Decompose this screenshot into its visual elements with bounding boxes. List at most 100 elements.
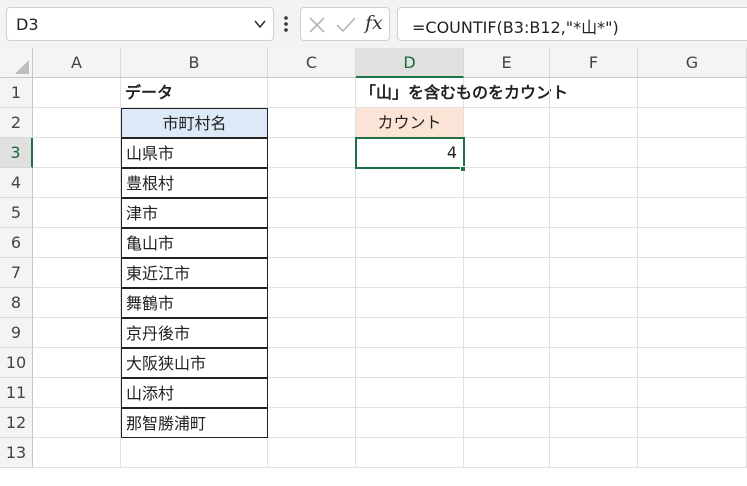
cell-g7[interactable] xyxy=(638,258,747,288)
cell-d6[interactable] xyxy=(356,228,464,258)
column-header-c[interactable]: C xyxy=(268,48,356,78)
cell-f8[interactable] xyxy=(550,288,638,318)
cell-a3[interactable] xyxy=(33,138,121,168)
cell-c10[interactable] xyxy=(268,348,356,378)
cell-f6[interactable] xyxy=(550,228,638,258)
cell-d8[interactable] xyxy=(356,288,464,318)
cell-e9[interactable] xyxy=(464,318,550,348)
chevron-down-icon[interactable] xyxy=(253,16,267,32)
row-header-2[interactable]: 2 xyxy=(0,108,33,138)
cell-f3[interactable] xyxy=(550,138,638,168)
cell-g8[interactable] xyxy=(638,288,747,318)
cell-b2[interactable]: 市町村名 xyxy=(121,108,268,138)
cell-d2[interactable]: カウント xyxy=(356,108,464,138)
cell-d1[interactable]: 「山」を含むものをカウント xyxy=(356,78,568,108)
row-header-12[interactable]: 12 xyxy=(0,408,33,438)
cell-d10[interactable] xyxy=(356,348,464,378)
select-all-corner[interactable] xyxy=(0,48,33,78)
cell-c5[interactable] xyxy=(268,198,356,228)
cell-g1[interactable] xyxy=(638,78,747,108)
cell-d12[interactable] xyxy=(356,408,464,438)
cell-a13[interactable] xyxy=(33,438,121,468)
cell-g5[interactable] xyxy=(638,198,747,228)
cell-a5[interactable] xyxy=(33,198,121,228)
row-header-1[interactable]: 1 xyxy=(0,78,33,108)
cell-g11[interactable] xyxy=(638,378,747,408)
cell-d4[interactable] xyxy=(356,168,464,198)
cell-d9[interactable] xyxy=(356,318,464,348)
cell-e11[interactable] xyxy=(464,378,550,408)
cell-b13[interactable] xyxy=(121,438,268,468)
row-header-7[interactable]: 7 xyxy=(0,258,33,288)
cell-a7[interactable] xyxy=(33,258,121,288)
cell-f9[interactable] xyxy=(550,318,638,348)
cell-c3[interactable] xyxy=(268,138,356,168)
cell-a2[interactable] xyxy=(33,108,121,138)
cell-c11[interactable] xyxy=(268,378,356,408)
cell-e4[interactable] xyxy=(464,168,550,198)
cell-a1[interactable] xyxy=(33,78,121,108)
cell-a6[interactable] xyxy=(33,228,121,258)
more-options-icon[interactable] xyxy=(282,14,290,34)
cell-f13[interactable] xyxy=(550,438,638,468)
cell-f4[interactable] xyxy=(550,168,638,198)
cell-d13[interactable] xyxy=(356,438,464,468)
cell-f10[interactable] xyxy=(550,348,638,378)
row-header-4[interactable]: 4 xyxy=(0,168,33,198)
cell-c1[interactable] xyxy=(268,78,356,108)
row-header-8[interactable]: 8 xyxy=(0,288,33,318)
cell-f11[interactable] xyxy=(550,378,638,408)
cell-f1[interactable] xyxy=(550,78,638,108)
cell-c13[interactable] xyxy=(268,438,356,468)
cell-c7[interactable] xyxy=(268,258,356,288)
cell-a11[interactable] xyxy=(33,378,121,408)
cell-c9[interactable] xyxy=(268,318,356,348)
cell-g2[interactable] xyxy=(638,108,747,138)
row-header-3[interactable]: 3 xyxy=(0,138,33,168)
cell-d3[interactable]: 4 xyxy=(356,138,464,168)
formula-input[interactable]: =COUNTIF(B3:B12,"*山*") xyxy=(397,7,747,41)
cell-b11[interactable]: 山添村 xyxy=(121,378,268,408)
row-header-5[interactable]: 5 xyxy=(0,198,33,228)
row-header-11[interactable]: 11 xyxy=(0,378,33,408)
cell-b1[interactable]: データ xyxy=(121,78,268,108)
fill-handle[interactable] xyxy=(460,166,466,172)
column-header-a[interactable]: A xyxy=(33,48,121,78)
cell-g9[interactable] xyxy=(638,318,747,348)
cell-e6[interactable] xyxy=(464,228,550,258)
column-header-b[interactable]: B xyxy=(121,48,268,78)
cell-b12[interactable]: 那智勝浦町 xyxy=(121,408,268,438)
cell-a12[interactable] xyxy=(33,408,121,438)
cell-d11[interactable] xyxy=(356,378,464,408)
cell-c8[interactable] xyxy=(268,288,356,318)
cell-c12[interactable] xyxy=(268,408,356,438)
cell-f2[interactable] xyxy=(550,108,638,138)
row-header-6[interactable]: 6 xyxy=(0,228,33,258)
cell-e2[interactable] xyxy=(464,108,550,138)
row-header-13[interactable]: 13 xyxy=(0,438,33,468)
cell-c2[interactable] xyxy=(268,108,356,138)
cell-e13[interactable] xyxy=(464,438,550,468)
cell-b10[interactable]: 大阪狭山市 xyxy=(121,348,268,378)
cell-a8[interactable] xyxy=(33,288,121,318)
cell-e12[interactable] xyxy=(464,408,550,438)
column-header-g[interactable]: G xyxy=(638,48,747,78)
cell-g10[interactable] xyxy=(638,348,747,378)
cell-c6[interactable] xyxy=(268,228,356,258)
cell-e8[interactable] xyxy=(464,288,550,318)
cell-g12[interactable] xyxy=(638,408,747,438)
cell-d7[interactable] xyxy=(356,258,464,288)
cell-a4[interactable] xyxy=(33,168,121,198)
cell-g6[interactable] xyxy=(638,228,747,258)
cancel-icon[interactable] xyxy=(308,16,326,34)
cell-f12[interactable] xyxy=(550,408,638,438)
cell-e3[interactable] xyxy=(464,138,550,168)
column-header-f[interactable]: F xyxy=(550,48,638,78)
cell-e10[interactable] xyxy=(464,348,550,378)
cell-e7[interactable] xyxy=(464,258,550,288)
cell-g3[interactable] xyxy=(638,138,747,168)
cell-a9[interactable] xyxy=(33,318,121,348)
cell-b3[interactable]: 山県市 xyxy=(121,138,268,168)
column-header-d[interactable]: D xyxy=(356,48,464,78)
cell-b5[interactable]: 津市 xyxy=(121,198,268,228)
